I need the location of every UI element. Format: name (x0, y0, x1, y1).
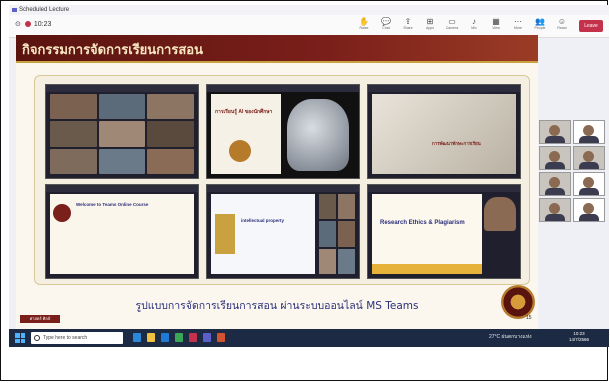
react-button[interactable]: ☺ React (551, 17, 573, 35)
react-icon: ☺ (557, 17, 567, 26)
file-explorer-icon[interactable] (147, 333, 155, 342)
weather-indicator[interactable]: 27°C ฝนตกบางแห่ง (489, 333, 532, 342)
screenshot-panel: การเรียนรู้ AI ของนักศึกษา การพัฒนาทักษะ… (34, 75, 530, 285)
video-grid (50, 94, 194, 174)
screen-thumb-6: Research Ethics & Plagiarism (367, 184, 521, 279)
slide-caption: รูปแบบการจัดการเรียนการสอน ผ่านระบบออนไล… (135, 300, 419, 312)
screen-thumb-5: intellectual property (206, 184, 360, 279)
view-icon: ▦ (492, 17, 500, 26)
powerpoint-icon[interactable] (217, 333, 225, 342)
system-clock[interactable]: 10:23 14/7/2566 (569, 331, 589, 343)
chrome-icon[interactable] (175, 333, 183, 342)
apps-icon: ⊞ (426, 17, 434, 26)
share-icon: ⇪ (404, 17, 412, 26)
people-button[interactable]: 👥 People (529, 17, 551, 35)
screen-2-text: การเรียนรู้ AI ของนักศึกษา (215, 109, 273, 115)
search-icon (34, 335, 40, 341)
chat-button[interactable]: 💬 Chat (375, 17, 397, 35)
document-frame: Scheduled Lecture ⊙ 10:23 ✋ Raise 💬 Chat ⇪ S… (0, 0, 609, 381)
screen-thumb-3: การพัฒนาทักษะการเรียน (367, 84, 521, 179)
meeting-timer: ⊙ 10:23 (15, 20, 51, 28)
teams-taskbar-icon[interactable] (203, 333, 211, 342)
app-icon[interactable] (189, 333, 197, 342)
divider (16, 61, 538, 63)
participant-tile[interactable] (539, 198, 571, 222)
robot-head-image (287, 99, 349, 171)
screen-5-text: intellectual property (241, 218, 285, 223)
share-button[interactable]: ⇪ Share (397, 17, 419, 35)
people-icon: 👥 (535, 17, 545, 26)
screen-thumb-1 (45, 84, 199, 179)
window-title: Scheduled Lecture (19, 7, 70, 13)
participant-panel (539, 120, 607, 250)
mic-button[interactable]: ♪ Mic (463, 17, 485, 35)
participant-tile[interactable] (539, 172, 571, 196)
view-button[interactable]: ▦ View (485, 17, 507, 35)
participant-tile[interactable] (573, 146, 605, 170)
windows-start-icon[interactable] (15, 333, 25, 343)
brand-tag: ศาสตร์ ศิลป์ (20, 315, 60, 323)
participant-tile[interactable] (573, 198, 605, 222)
books-image (215, 214, 235, 254)
camera-icon: ▭ (448, 17, 456, 26)
raise-hand-button[interactable]: ✋ Raise (353, 17, 375, 35)
page-number: 15 (526, 315, 532, 321)
camera-button[interactable]: ▭ Camera (441, 17, 463, 35)
hand-icon: ✋ (359, 17, 369, 26)
leave-button[interactable]: Leave (579, 20, 603, 32)
participant-tile[interactable] (573, 120, 605, 144)
shield-icon: ⊙ (15, 21, 21, 28)
participant-tile[interactable] (539, 146, 571, 170)
screen-4-text: Welcome to Teams Online Course (76, 202, 149, 207)
more-button[interactable]: ⋯ More (507, 17, 529, 35)
windows-taskbar: Type here to search 27°C ฝนตกบางแห่ง 10:… (9, 329, 609, 347)
participant-tile[interactable] (539, 120, 571, 144)
teams-logo-icon (12, 8, 17, 12)
record-icon (24, 21, 31, 28)
chat-icon: 💬 (381, 17, 391, 26)
mic-icon: ♪ (472, 17, 476, 26)
screen-6-text: Research Ethics & Plagiarism (380, 220, 465, 226)
university-logo-icon (53, 204, 71, 222)
university-seal-icon (501, 285, 535, 319)
timer-text: 10:23 (33, 21, 52, 28)
screen-thumb-4: Welcome to Teams Online Course (45, 184, 199, 279)
screen-3-text: การพัฒนาทักษะการเรียน (432, 141, 481, 146)
apps-button[interactable]: ⊞ Apps (419, 17, 441, 35)
more-icon: ⋯ (514, 17, 522, 26)
slide-title: กิจกรรมการจัดการเรียนการสอน (22, 43, 203, 58)
shared-slide: กิจกรรมการจัดการเรียนการสอน การเรียนรู้ … (16, 35, 538, 329)
seal-icon (229, 140, 251, 162)
slide-header: กิจกรรมการจัดการเรียนการสอน (16, 35, 538, 61)
task-view-icon[interactable] (133, 333, 141, 342)
teams-window: Scheduled Lecture ⊙ 10:23 ✋ Raise 💬 Chat ⇪ S… (9, 5, 609, 347)
taskbar-search-input[interactable]: Type here to search (31, 332, 123, 344)
screen-thumb-2: การเรียนรู้ AI ของนักศึกษา (206, 84, 360, 179)
edge-icon[interactable] (161, 333, 169, 342)
participant-tile[interactable] (573, 172, 605, 196)
presenter-video (484, 197, 516, 231)
